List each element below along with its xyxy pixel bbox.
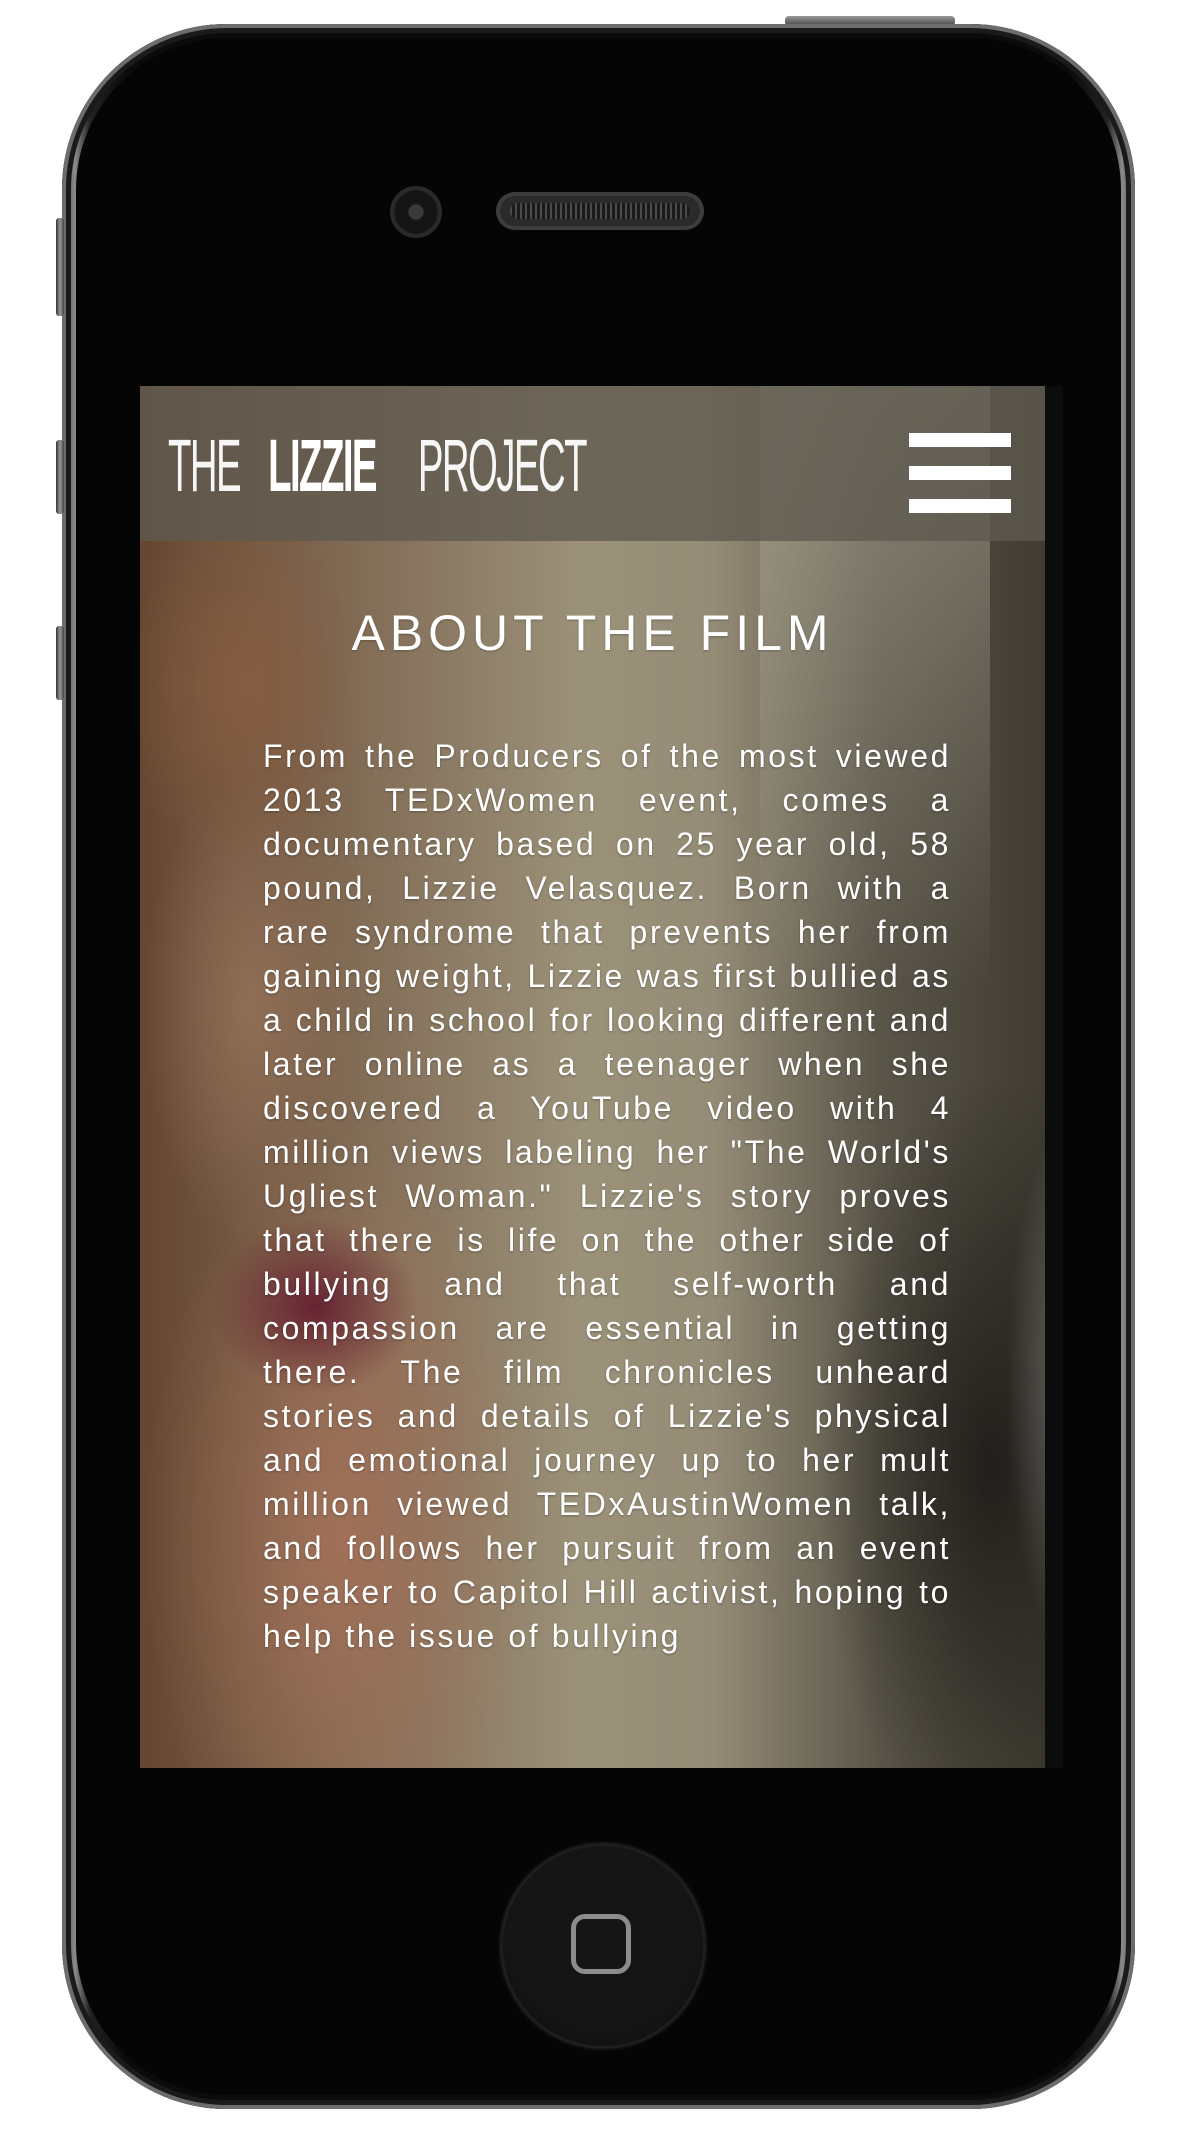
device-mockup-scene: THE LIZZIE PROJECT ABOUT THE FILM From the… <box>0 0 1197 2133</box>
logo-project-text: PROJECT <box>417 424 588 507</box>
phone-volume-up-button <box>56 440 64 514</box>
logo-the-text: THE <box>168 424 242 507</box>
home-button[interactable] <box>500 1843 706 2049</box>
menu-bar-middle <box>909 466 1011 480</box>
earpiece-speaker <box>496 192 704 230</box>
home-square-icon <box>571 1914 631 1974</box>
phone-mute-switch <box>56 218 64 316</box>
logo-lizzie-text: LIZZIE <box>268 424 377 507</box>
site-header: THE LIZZIE PROJECT <box>140 386 1045 541</box>
about-film-description: From the Producers of the most viewed 20… <box>263 738 951 1654</box>
front-camera-icon <box>390 186 442 238</box>
screen-edge <box>1045 386 1063 1768</box>
phone-screen: THE LIZZIE PROJECT ABOUT THE FILM From the… <box>140 386 1063 1768</box>
page-title: ABOUT THE FILM <box>351 605 834 661</box>
menu-bar-bottom <box>909 499 1011 513</box>
menu-bar-top <box>909 433 1011 447</box>
hamburger-menu-icon[interactable] <box>909 433 1011 513</box>
site-logo[interactable]: THE LIZZIE PROJECT <box>168 426 839 506</box>
phone-volume-down-button <box>56 626 64 700</box>
